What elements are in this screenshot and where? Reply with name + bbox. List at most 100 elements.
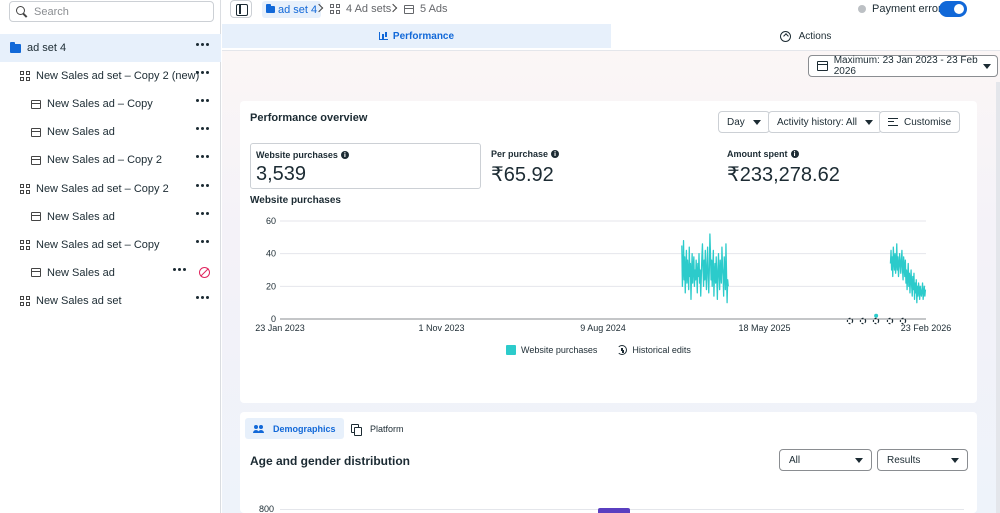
ad-icon bbox=[31, 99, 41, 109]
more-options-icon[interactable] bbox=[196, 71, 209, 75]
tree-item[interactable]: New Sales ad set – Copy 2 (new) bbox=[0, 62, 221, 90]
legend-swatch-icon bbox=[506, 345, 516, 355]
more-options-icon[interactable] bbox=[173, 267, 186, 271]
breadcrumb-current[interactable]: ad set 4 bbox=[262, 1, 322, 18]
status-dot-icon bbox=[858, 5, 866, 13]
data-point[interactable] bbox=[874, 313, 879, 318]
info-icon[interactable]: i bbox=[790, 150, 799, 158]
distribution-bar[interactable] bbox=[598, 508, 630, 513]
historical-edits-icon bbox=[617, 345, 628, 355]
ad-sets-icon bbox=[330, 4, 340, 14]
more-options-icon[interactable] bbox=[196, 295, 209, 299]
search-box[interactable] bbox=[9, 1, 214, 22]
payment-error-label: Payment error bbox=[872, 3, 942, 15]
tree-item[interactable]: New Sales ad bbox=[0, 259, 221, 287]
tab-performance[interactable]: Performance bbox=[222, 24, 611, 48]
activity-history-label: Activity history: All bbox=[777, 116, 858, 128]
metric-amount-spent[interactable]: Amount spent i ₹233,278.62 bbox=[722, 143, 952, 189]
tab-actions[interactable]: Actions bbox=[611, 24, 1000, 48]
metric-label: Per purchase i bbox=[491, 149, 560, 159]
customise-label: Customise bbox=[904, 116, 952, 128]
tree-item-label: New Sales ad bbox=[47, 126, 115, 139]
folder-icon bbox=[10, 41, 21, 53]
tree-item[interactable]: New Sales ad set bbox=[0, 287, 221, 315]
tree-item[interactable]: New Sales ad bbox=[0, 118, 221, 146]
tree-item-label: New Sales ad set – Copy 2 bbox=[36, 182, 169, 195]
tab-actions-label: Actions bbox=[798, 30, 832, 42]
ad-set-toggle-switch[interactable] bbox=[939, 1, 967, 17]
metric-label: Website purchases i bbox=[256, 150, 349, 160]
tree-item[interactable]: ad set 4 bbox=[0, 34, 221, 62]
more-options-icon[interactable] bbox=[196, 99, 209, 103]
granularity-dropdown[interactable]: Day bbox=[718, 111, 770, 133]
more-options-icon[interactable] bbox=[196, 239, 209, 243]
tree-item-label: New Sales ad set – Copy 2 (new) bbox=[36, 70, 200, 83]
caret-down-icon bbox=[752, 119, 761, 125]
x-tick-label: 23 Feb 2026 bbox=[901, 323, 952, 333]
people-icon bbox=[253, 424, 264, 433]
customise-button[interactable]: Customise bbox=[879, 111, 961, 133]
tree-item-label: New Sales ad set bbox=[36, 294, 122, 307]
ad-icon bbox=[31, 268, 41, 278]
tree-item[interactable]: New Sales ad – Copy bbox=[0, 90, 221, 118]
ad-icon bbox=[404, 4, 414, 14]
info-icon[interactable]: i bbox=[551, 150, 560, 158]
tree-item[interactable]: New Sales ad bbox=[0, 203, 221, 231]
scrollbar[interactable] bbox=[996, 82, 1000, 513]
date-range-picker[interactable]: Maximum: 23 Jan 2023 - 23 Feb 2026 bbox=[808, 55, 998, 77]
tree-item[interactable]: New Sales ad set – Copy 2 bbox=[0, 175, 221, 203]
tree-item-label: New Sales ad set – Copy bbox=[36, 238, 160, 251]
breadcrumb-ads[interactable]: 5 Ads bbox=[404, 3, 448, 15]
demographics-card: Demographics Platform Age and gender dis… bbox=[240, 412, 977, 513]
tab-platform-label: Platform bbox=[370, 423, 404, 434]
series-line-website-purchases[interactable] bbox=[889, 243, 927, 304]
y-axis-tick: 800 bbox=[259, 504, 275, 513]
x-tick-label: 1 Nov 2023 bbox=[418, 323, 464, 333]
more-options-icon[interactable] bbox=[196, 211, 209, 215]
caret-down-icon bbox=[855, 458, 863, 463]
tree-item-label: ad set 4 bbox=[27, 42, 67, 54]
more-options-icon[interactable] bbox=[196, 43, 209, 46]
legend-historical-label[interactable]: Historical edits bbox=[632, 345, 691, 355]
customise-icon bbox=[888, 118, 898, 126]
more-options-icon[interactable] bbox=[196, 183, 209, 187]
metric-website-purchases[interactable]: Website purchases i 3,539 bbox=[250, 143, 481, 189]
y-tick-label: 20 bbox=[266, 281, 276, 291]
y-tick-label: 40 bbox=[266, 249, 276, 259]
ad-set-icon bbox=[20, 239, 30, 250]
website-purchases-chart[interactable]: 020406023 Jan 2023 1 Nov 2023 9 Aug 2024 18… bbox=[240, 211, 977, 337]
toggle-sidebar-button[interactable] bbox=[230, 0, 252, 18]
filter-results-dropdown[interactable]: Results bbox=[877, 449, 968, 471]
search-input[interactable] bbox=[34, 5, 204, 18]
series-line-website-purchases[interactable] bbox=[681, 233, 729, 304]
metric-amount-spent-value: ₹233,278.62 bbox=[727, 164, 840, 186]
search-icon bbox=[16, 5, 28, 18]
performance-title: Performance overview bbox=[250, 112, 368, 124]
legend-series-label[interactable]: Website purchases bbox=[521, 345, 597, 355]
metric-website-purchases-label: Website purchases bbox=[256, 150, 338, 160]
tree-item-label: New Sales ad – Copy 2 bbox=[47, 154, 162, 167]
actions-icon bbox=[779, 30, 791, 42]
tab-demographics[interactable]: Demographics bbox=[245, 418, 344, 439]
ad-icon bbox=[31, 155, 41, 165]
tab-platform[interactable]: Platform bbox=[351, 418, 404, 439]
tree-item-label: New Sales ad bbox=[47, 266, 115, 279]
filter-all-dropdown[interactable]: All bbox=[779, 449, 872, 471]
platform-icon bbox=[351, 424, 362, 436]
more-options-icon[interactable] bbox=[196, 127, 209, 131]
filter-results-label: Results bbox=[887, 454, 921, 466]
breadcrumb-ads-label: 5 Ads bbox=[420, 3, 448, 15]
breadcrumb-ad-sets[interactable]: 4 Ad sets bbox=[330, 3, 391, 15]
metric-per-purchase[interactable]: Per purchase i ₹65.92 bbox=[486, 143, 716, 189]
tree-item[interactable]: New Sales ad – Copy 2 bbox=[0, 146, 221, 174]
ad-set-icon bbox=[20, 183, 30, 194]
activity-history-dropdown[interactable]: Activity history: All bbox=[768, 111, 883, 133]
info-icon[interactable]: i bbox=[340, 151, 349, 159]
metric-per-purchase-label: Per purchase bbox=[491, 149, 549, 159]
ad-set-icon bbox=[20, 295, 30, 306]
folder-icon bbox=[266, 4, 275, 13]
ad-icon bbox=[31, 212, 41, 222]
bar-chart-icon bbox=[378, 32, 388, 40]
more-options-icon[interactable] bbox=[196, 155, 209, 159]
tree-item[interactable]: New Sales ad set – Copy bbox=[0, 231, 221, 259]
